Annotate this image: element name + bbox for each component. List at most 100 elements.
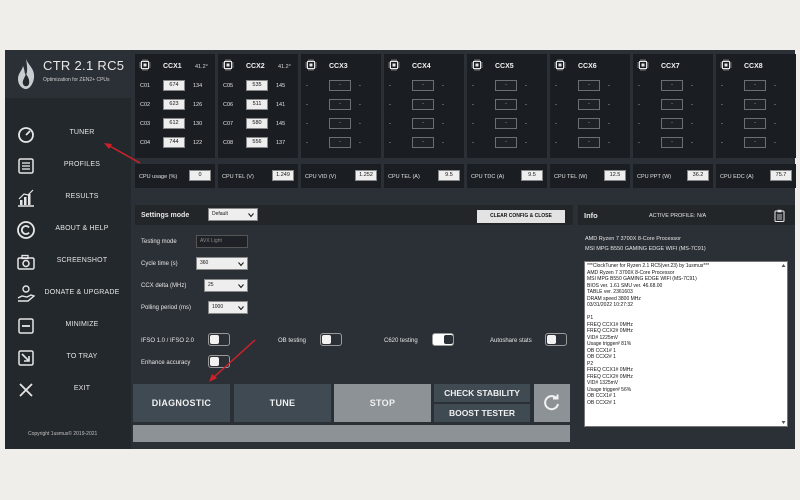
testing-mode-value: AVX Light (200, 238, 222, 244)
ccx-delta-select[interactable]: 25 (204, 279, 248, 292)
nav-about-help[interactable]: ABOUT & HELP (5, 215, 131, 245)
c620-testing-toggle[interactable] (432, 333, 454, 346)
core-row: C03 612 130 (135, 118, 215, 132)
core-row: C05 535 145 (218, 80, 298, 94)
clear-config-close-button[interactable]: CLEAR CONFIG & CLOSE (477, 210, 565, 223)
ccx-panel: CCX7 - - - - - - - - - - - - (633, 54, 713, 158)
core-row: --- (384, 80, 464, 94)
nav-minimize[interactable]: MINIMIZE (5, 311, 131, 341)
stop-button[interactable]: STOP (334, 384, 431, 422)
core-extra: - (442, 102, 444, 108)
core-value: - (661, 99, 683, 110)
cycle-time-value: 360 (200, 260, 209, 266)
telemetry-label: CPU EDC (A) (720, 174, 754, 180)
ccx-panel: CCX6 - - - - - - - - - - - - (550, 54, 630, 158)
core-name: - (472, 121, 474, 127)
ccx-panel: CCX2 41.2° C05 535 145 C06 511 141 C07 580 145 C08 5… (218, 54, 298, 158)
refresh-button[interactable] (534, 384, 570, 422)
ccx-delta-value: 25 (208, 282, 214, 288)
testing-mode-label: Testing mode (141, 239, 177, 245)
donate-hand-icon (17, 285, 36, 302)
ccx-name: CCX8 (744, 63, 763, 70)
telemetry-label: CPU usage (%) (139, 174, 178, 180)
core-row: --- (467, 80, 547, 94)
core-name: - (389, 102, 391, 108)
nav-exit[interactable]: EXIT (5, 375, 131, 405)
boost-tester-button[interactable]: BOOST TESTER (434, 404, 530, 422)
core-row: C02 623 126 (135, 99, 215, 113)
autoshare-stats-toggle[interactable] (545, 333, 567, 346)
core-extra: - (608, 121, 610, 127)
core-value: 580 (246, 118, 268, 129)
info-title: Info (584, 211, 598, 220)
core-extra: - (608, 83, 610, 89)
core-row: --- (633, 137, 713, 151)
settings-panel: Settings mode Default CLEAR CONFIG & CLO… (135, 205, 573, 370)
nav-label: SCREENSHOT (56, 257, 108, 264)
core-row: --- (384, 137, 464, 151)
core-value: - (329, 137, 351, 148)
nav-tuner[interactable]: TUNER (5, 119, 131, 149)
check-stability-button[interactable]: CHECK STABILITY (434, 384, 530, 402)
core-extra: - (774, 121, 776, 127)
cpu-chip-icon (388, 59, 400, 71)
nav-donate-upgrade[interactable]: DONATE & UPGRADE (5, 279, 131, 309)
testing-mode-select[interactable]: AVX Light (196, 235, 248, 248)
ob-testing-toggle[interactable] (320, 333, 342, 346)
telemetry-cell: CPU usage (%) 0 (135, 164, 215, 188)
polling-period-select[interactable]: 1000 (208, 301, 248, 314)
ifso-label: IFSO 1.0 / IFSO 2.0 (141, 338, 195, 344)
core-row: --- (633, 99, 713, 113)
ccx-panel: CCX1 41.2° C01 674 134 C02 623 126 C03 612 130 C04 7… (135, 54, 215, 158)
diagnostic-button[interactable]: DIAGNOSTIC (133, 384, 230, 422)
autoshare-stats-label: Autoshare stats (490, 338, 532, 344)
enhance-accuracy-toggle[interactable] (208, 355, 230, 368)
core-name: - (555, 102, 557, 108)
log-line: OB CCX2# 1 (587, 399, 616, 406)
core-extra: - (525, 102, 527, 108)
core-name: - (721, 121, 723, 127)
core-name: - (721, 102, 723, 108)
core-row: --- (550, 80, 630, 94)
core-row: --- (467, 99, 547, 113)
scrollbar[interactable] (781, 263, 786, 425)
nav-results[interactable]: RESULTS (5, 183, 131, 213)
core-row: --- (633, 80, 713, 94)
nav-screenshot[interactable]: SCREENSHOT (5, 247, 131, 277)
cycle-time-select[interactable]: 360 (196, 257, 248, 270)
nav-label: ABOUT & HELP (55, 225, 109, 232)
nav-profiles[interactable]: PROFILES (5, 151, 131, 181)
ccx-header: CCX2 41.2° (218, 54, 298, 72)
nav-label: TO TRAY (66, 353, 98, 360)
core-name: - (306, 83, 308, 89)
ccx-delta-label: CCX delta (MHz) (141, 283, 187, 289)
core-extra: - (359, 140, 361, 146)
nav-label: DONATE & UPGRADE (44, 289, 120, 296)
nav-to-tray[interactable]: TO TRAY (5, 343, 131, 373)
telemetry-value: 1.249 (272, 170, 294, 181)
core-row: --- (467, 118, 547, 132)
app-title: CTR 2.1 RC5 (43, 58, 125, 73)
core-value: - (744, 137, 766, 148)
core-value: - (578, 118, 600, 129)
info-log-box[interactable]: ***ClockTuner for Ryzen 2.1 RC5(ver.23) … (584, 261, 788, 427)
telemetry-value: 0 (189, 170, 211, 181)
tune-button[interactable]: TUNE (234, 384, 331, 422)
info-header: Info ACTIVE PROFILE: N/A (578, 205, 795, 225)
clipboard-icon[interactable] (774, 209, 785, 222)
core-row: C06 511 141 (218, 99, 298, 113)
settings-mode-label: Settings mode (141, 212, 190, 219)
ccx-header: CCX3 (301, 54, 381, 72)
core-value: - (412, 118, 434, 129)
ccx-name: CCX1 (163, 63, 182, 70)
core-name: - (638, 140, 640, 146)
ccx-header: CCX1 41.2° (135, 54, 215, 72)
cycle-time-label: Cycle time (s) (141, 261, 178, 267)
ifso-toggle[interactable] (208, 333, 230, 346)
core-row: --- (550, 118, 630, 132)
telemetry-value: 9.5 (521, 170, 543, 181)
settings-mode-select[interactable]: Default (208, 208, 258, 221)
ccx-name: CCX4 (412, 63, 431, 70)
core-extra: - (608, 102, 610, 108)
core-name: C07 (223, 121, 234, 127)
